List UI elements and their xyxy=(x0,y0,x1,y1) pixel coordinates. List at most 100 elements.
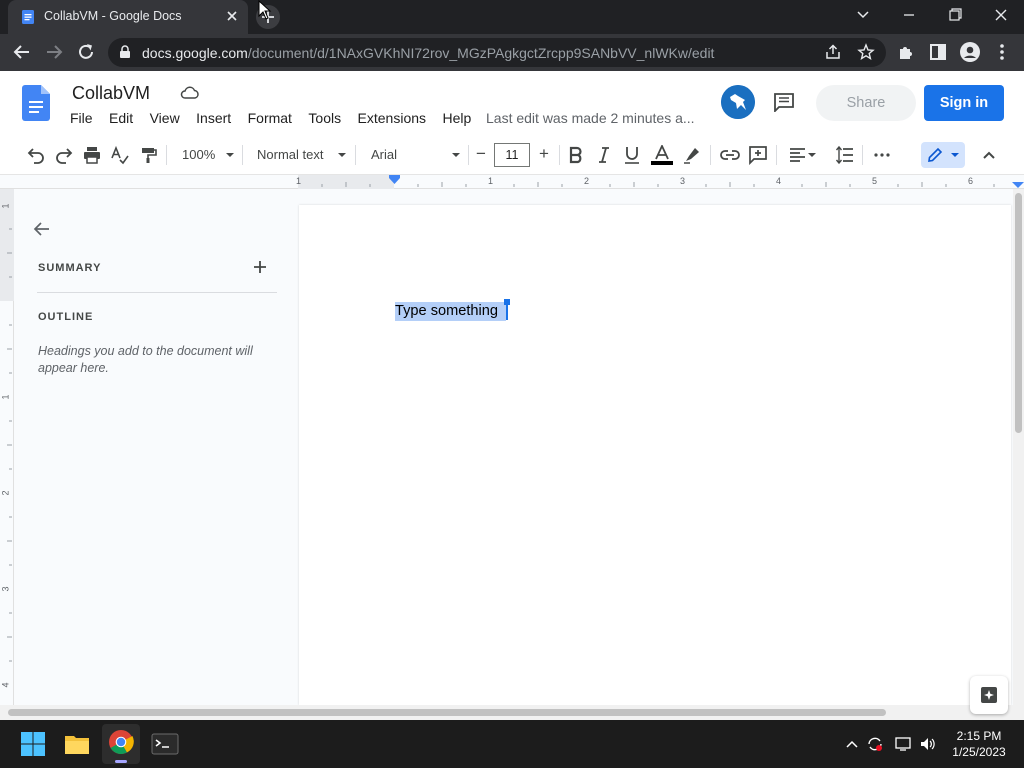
side-panel-icon[interactable] xyxy=(926,40,950,64)
toolbar-separator xyxy=(559,145,560,165)
undo-icon[interactable] xyxy=(26,145,46,165)
print-icon[interactable] xyxy=(82,145,102,165)
vertical-ruler-label: 4 xyxy=(0,682,11,688)
highlight-color-icon[interactable] xyxy=(682,145,702,165)
align-dropdown-icon[interactable] xyxy=(802,145,822,165)
taskbar-clock[interactable]: 2:15 PM 1/25/2023 xyxy=(944,728,1014,760)
active-app-indicator xyxy=(115,760,127,763)
tab-search-icon[interactable] xyxy=(850,4,876,26)
kebab-menu-icon[interactable] xyxy=(990,40,1014,64)
google-docs-logo-icon[interactable] xyxy=(22,85,50,121)
toolbar-separator xyxy=(468,145,469,165)
address-bar[interactable]: docs.google.com/document/d/1NAxGVKhNI72r… xyxy=(108,38,886,67)
font-size-input[interactable]: 11 xyxy=(494,143,530,167)
ruler-label: 3 xyxy=(680,176,686,186)
bookmark-star-icon[interactable] xyxy=(857,43,875,61)
outline-divider xyxy=(37,292,277,293)
menu-help[interactable]: Help xyxy=(436,110,477,126)
increase-font-size-button[interactable]: + xyxy=(539,144,549,164)
font-dropdown-icon[interactable] xyxy=(446,145,466,165)
pencil-icon xyxy=(928,147,943,162)
profile-icon[interactable] xyxy=(958,40,982,64)
ruler-label: 4 xyxy=(776,176,782,186)
cloud-saved-icon[interactable] xyxy=(180,85,200,101)
menu-extensions[interactable]: Extensions xyxy=(352,110,432,126)
style-dropdown-icon[interactable] xyxy=(332,145,352,165)
underline-icon[interactable] xyxy=(622,145,642,165)
collabvm-bird-avatar-icon[interactable] xyxy=(721,85,755,119)
document-title[interactable]: CollabVM xyxy=(72,83,150,104)
vertical-ruler-label: 2 xyxy=(0,490,11,496)
windows-taskbar: 2:15 PM 1/25/2023 xyxy=(0,720,1024,768)
menu-insert[interactable]: Insert xyxy=(190,110,237,126)
horizontal-scroll-thumb[interactable] xyxy=(8,709,886,716)
vertical-ruler[interactable]: 1 1 2 3 4 xyxy=(0,189,14,705)
menu-edit[interactable]: Edit xyxy=(103,110,139,126)
ruler-label: 2 xyxy=(584,176,590,186)
insert-link-icon[interactable] xyxy=(720,145,740,165)
font-family-select[interactable]: Arial xyxy=(371,147,397,162)
italic-icon[interactable] xyxy=(594,145,614,165)
menu-format[interactable]: Format xyxy=(242,110,298,126)
ruler-label: 1 xyxy=(296,176,302,186)
share-page-icon[interactable] xyxy=(824,43,842,61)
menu-view[interactable]: View xyxy=(144,110,186,126)
google-docs-favicon-icon xyxy=(22,10,34,24)
bold-icon[interactable] xyxy=(566,145,586,165)
sync-status-icon[interactable] xyxy=(866,736,884,752)
line-spacing-icon[interactable] xyxy=(835,145,855,165)
terminal-icon[interactable] xyxy=(149,728,181,760)
minimize-icon[interactable] xyxy=(896,4,922,26)
vertical-scroll-thumb[interactable] xyxy=(1015,193,1022,433)
comments-icon[interactable] xyxy=(773,92,795,112)
file-explorer-icon[interactable] xyxy=(61,728,93,760)
vertical-ruler-label: 1 xyxy=(0,203,11,209)
menu-tools[interactable]: Tools xyxy=(302,110,347,126)
horizontal-scrollbar[interactable] xyxy=(0,705,1024,720)
volume-icon[interactable] xyxy=(919,736,937,752)
last-edit-status[interactable]: Last edit was made 2 minutes a... xyxy=(486,110,695,126)
tray-overflow-chevron-icon[interactable] xyxy=(843,736,861,752)
text-cursor xyxy=(506,303,508,320)
forward-icon[interactable] xyxy=(42,40,66,64)
explore-button[interactable] xyxy=(970,676,1008,714)
restore-icon[interactable] xyxy=(942,4,968,26)
url-host: docs.google.com xyxy=(142,45,248,61)
extensions-puzzle-icon[interactable] xyxy=(894,40,918,64)
editing-mode-button[interactable] xyxy=(921,142,965,168)
text-color-icon[interactable] xyxy=(650,145,674,165)
decrease-font-size-button[interactable]: − xyxy=(476,144,486,164)
more-options-icon[interactable] xyxy=(872,145,892,165)
spellcheck-icon[interactable] xyxy=(110,145,130,165)
browser-tab[interactable]: CollabVM - Google Docs xyxy=(8,0,248,34)
document-body-text[interactable]: Type something xyxy=(395,302,507,321)
reload-icon[interactable] xyxy=(74,40,98,64)
hide-menus-chevron-up-icon[interactable] xyxy=(979,145,999,165)
horizontal-ruler[interactable]: 1 1 2 3 4 5 6 xyxy=(0,175,1024,189)
close-tab-icon[interactable] xyxy=(224,8,240,24)
tab-title: CollabVM - Google Docs xyxy=(44,9,182,23)
zoom-dropdown-icon[interactable] xyxy=(220,145,240,165)
back-icon[interactable] xyxy=(10,40,34,64)
redo-icon[interactable] xyxy=(54,145,74,165)
lock-icon[interactable] xyxy=(118,45,132,59)
vertical-ruler-label: 1 xyxy=(0,394,11,400)
ruler-label: 6 xyxy=(968,176,974,186)
vertical-scrollbar[interactable] xyxy=(1013,189,1024,705)
close-window-icon[interactable] xyxy=(988,4,1014,26)
chrome-taskbar-button[interactable] xyxy=(102,724,140,764)
windows-start-icon[interactable] xyxy=(17,728,49,760)
document-page[interactable]: Type something xyxy=(299,205,1011,705)
add-comment-icon[interactable] xyxy=(748,145,768,165)
sign-in-button[interactable]: Sign in xyxy=(924,85,1004,121)
paint-format-icon[interactable] xyxy=(138,145,158,165)
paragraph-style-select[interactable]: Normal text xyxy=(257,147,323,162)
zoom-select[interactable]: 100% xyxy=(182,147,215,162)
share-button[interactable]: Share xyxy=(816,85,916,121)
network-icon[interactable] xyxy=(895,736,913,752)
add-summary-plus-icon[interactable] xyxy=(252,259,268,275)
toolbar-separator xyxy=(355,145,356,165)
menu-file[interactable]: File xyxy=(64,110,99,126)
close-outline-arrow-icon[interactable] xyxy=(32,219,52,239)
browser-tab-strip: CollabVM - Google Docs xyxy=(0,0,1024,34)
